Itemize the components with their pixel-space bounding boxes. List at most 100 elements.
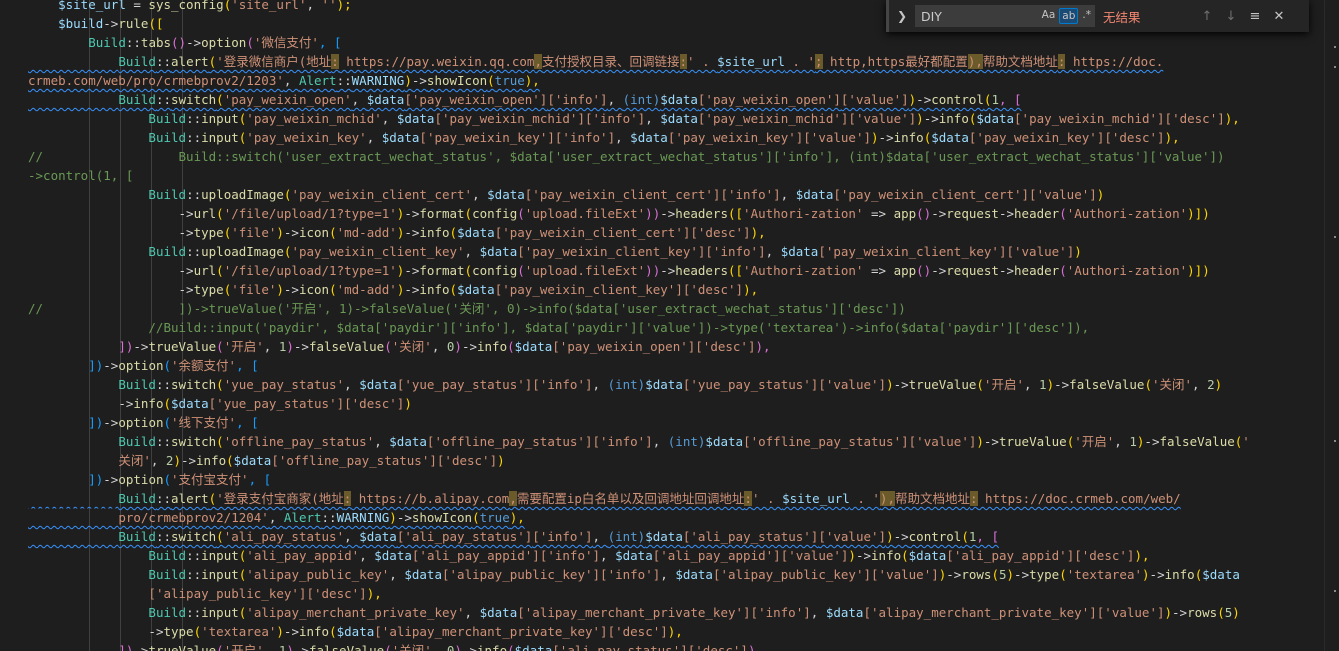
code-line[interactable]: ->control(1, [ (28, 166, 133, 185)
code-token: :: (155, 54, 172, 69)
code-token: Build (118, 54, 156, 69)
code-line[interactable]: Build::switch('offline_pay_status', $dat… (28, 432, 1250, 451)
code-token: , (464, 244, 480, 259)
code-line[interactable]: $build->rule([ (28, 14, 163, 33)
code-token: . ' (849, 491, 880, 506)
arrow-down-icon[interactable]: ↓ (1219, 9, 1243, 24)
code-line[interactable]: ->url('/file/upload/1?type=1')->format(c… (28, 261, 1210, 280)
code-token: ) (1046, 377, 1055, 392)
code-token: $data (705, 434, 744, 449)
code-token: 'file' (231, 282, 277, 297)
code-line[interactable]: crmeb.com/web/pro/crmebprov2/1203', Aler… (28, 71, 540, 90)
code-line[interactable]: Build::alert('登录支付宝商家(地址: https://b.alip… (28, 489, 1181, 508)
code-line[interactable]: Build::uploadImage('pay_weixin_client_ke… (28, 242, 1081, 261)
code-token: option (118, 415, 164, 430)
code-line[interactable]: ])->trueValue('开启', 1)->falseValue('关闭',… (28, 337, 770, 356)
code-line[interactable]: // Build::switch('user_extract_wechat_st… (28, 147, 1225, 166)
lines-icon[interactable]: ≡ (1243, 9, 1267, 24)
code-line[interactable]: ->type('textarea')->info($data['alipay_m… (28, 622, 682, 641)
code-token: $data (1202, 567, 1240, 582)
code-token: ) (1232, 605, 1240, 620)
code-line[interactable]: pro/crmebprov2/1204', Alert::WARNING)->s… (28, 508, 524, 527)
code-line[interactable]: ])->option('余额支付', [ (28, 356, 258, 375)
code-line[interactable]: ->url('/file/upload/1?type=1')->format(c… (28, 204, 1210, 223)
code-line[interactable]: Build::switch('ali_pay_status', $data['a… (28, 527, 999, 546)
code-line[interactable]: ['alipay_public_key']['desc']), (28, 584, 382, 603)
match-case-icon[interactable]: Aa (1040, 8, 1058, 24)
code-token: -> (893, 529, 909, 544)
code-line[interactable]: ])->option('支付宝支付', [ (28, 470, 271, 489)
find-input[interactable] (921, 8, 1021, 24)
arrow-up-icon[interactable]: ↑ (1195, 9, 1219, 24)
code-token: , [ (248, 472, 272, 487)
code-line[interactable]: ->type('file')->icon('md-add')->info($da… (28, 280, 759, 299)
code-token: $data (381, 130, 420, 145)
code-token: 需要配置ip白名单以及回调地址回调地址 (516, 491, 745, 506)
code-token: $data (795, 187, 834, 202)
code-line[interactable]: 关闭', 2)->info($data['offline_pay_status'… (28, 451, 504, 470)
code-token: ]) (88, 415, 104, 430)
code-token: info (419, 225, 450, 240)
code-token: ) (916, 111, 924, 126)
code-token: // Build::switch('user_extract_wechat_st… (28, 149, 1225, 164)
code-editor[interactable]: $site_url = sys_config('site_url', ''); … (0, 0, 1339, 651)
code-line[interactable]: ->type('file')->icon('md-add')->info($da… (28, 223, 766, 242)
code-line[interactable]: Build::switch('yue_pay_status', $data['y… (28, 375, 1222, 394)
code-line[interactable]: Build::alert('登录微信商户(地址: https://pay.wei… (28, 52, 1163, 71)
code-line[interactable]: ])->option('线下支付', [ (28, 413, 258, 432)
code-token: url (193, 206, 217, 221)
code-line[interactable]: Build::uploadImage('pay_weixin_client_ce… (28, 185, 1104, 204)
vertical-scrollbar[interactable] (1324, 0, 1339, 651)
regex-icon[interactable]: .* (1080, 8, 1093, 24)
code-token: 'Authori-zation' (1066, 263, 1188, 278)
code-line[interactable]: Build::input('pay_weixin_mchid', $data['… (28, 109, 1239, 128)
code-token: 1 (991, 92, 999, 107)
code-token: $data (514, 339, 553, 354)
code-token: $site_url (58, 0, 126, 12)
code-token: switch (171, 377, 217, 392)
code-line[interactable]: ->info($data['yue_pay_status']['desc']) (28, 394, 412, 413)
code-token: ) (454, 339, 462, 354)
code-token: option (118, 472, 164, 487)
code-token: // ])->trueValue('开启', 1)->falseValue('关… (28, 301, 906, 316)
code-token: ' (1242, 434, 1250, 449)
code-token: 1 (1039, 377, 1047, 392)
code-token: , (344, 377, 360, 392)
code-token: 'Authori-zation' (1066, 206, 1188, 221)
code-line[interactable]: ])->trueValue('开启', 1)->falseValue('关闭',… (28, 641, 763, 651)
code-token: :: (155, 92, 172, 107)
code-token: -> (180, 453, 197, 468)
code-token: ['desc'] (436, 453, 498, 468)
code-token: ) (286, 643, 294, 651)
close-icon[interactable]: ✕ (1267, 9, 1291, 24)
whole-word-icon[interactable]: ab (1059, 8, 1079, 24)
code-line[interactable]: Build::input ('alipay_merchant_private_ke… (28, 603, 1240, 622)
code-token: ( (901, 548, 909, 563)
code-token: ) (276, 282, 284, 297)
code-line[interactable]: $site_url = sys_config('site_url', ''); (28, 0, 352, 14)
find-field: Aa ab .* (915, 5, 1095, 27)
code-line[interactable]: // ])->trueValue('开启', 1)->falseValue('关… (28, 299, 906, 318)
code-token: ['value'] (818, 529, 887, 544)
code-token: ), (1164, 130, 1180, 145)
code-line[interactable]: Build::input('alipay_public_key', $data[… (28, 565, 1240, 584)
code-token: ['alipay_merchant_private_key'] (863, 605, 1097, 620)
code-token: ( (961, 529, 969, 544)
code-line[interactable]: Build::input('pay_weixin_key', $data['pa… (28, 128, 1180, 147)
code-line[interactable]: Build::tabs()->option('微信支付', [ (28, 33, 341, 52)
code-token: $data (615, 548, 653, 563)
code-token: '开启' (983, 377, 1024, 392)
code-token: ['desc'] (607, 624, 668, 639)
code-line[interactable]: //Build::input('paydir', $data['paydir']… (28, 318, 1089, 337)
code-token: https://doc.crmeb.com/web/ (977, 491, 1181, 506)
chevron-right-icon[interactable]: ❯ (893, 9, 911, 23)
code-token: ( (1059, 206, 1067, 221)
code-token: -> (1149, 567, 1165, 582)
code-line[interactable]: Build::input('ali_pay_appid', $data['ali… (28, 546, 1149, 565)
code-token: ), (366, 586, 382, 601)
code-line[interactable]: Build::switch('pay_weixin_open', $data['… (28, 90, 1021, 109)
